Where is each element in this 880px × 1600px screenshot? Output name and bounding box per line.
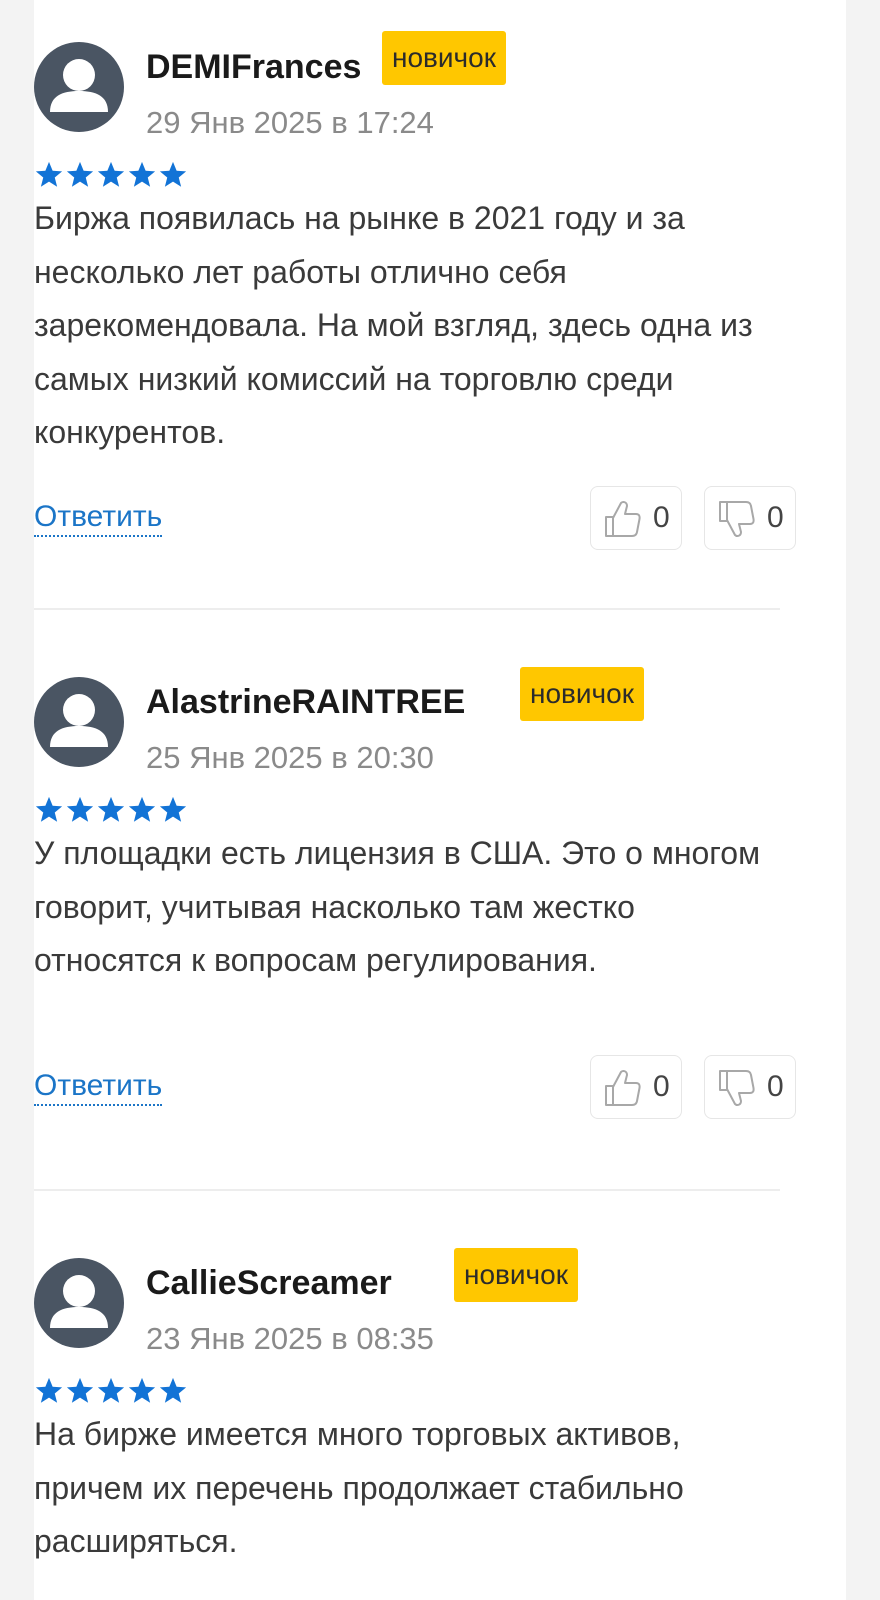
star-rating bbox=[34, 1376, 188, 1406]
star-icon bbox=[128, 1377, 156, 1403]
star-icon bbox=[35, 796, 63, 822]
like-button[interactable]: 0 bbox=[590, 1055, 682, 1119]
review-text: Биржа появилась на рынке в 2021 году и з… bbox=[34, 200, 753, 450]
star-icon bbox=[97, 1377, 125, 1403]
star-icon bbox=[159, 161, 187, 187]
review-item: DEMIFrances новичок 29 Янв 2025 в 17:24 … bbox=[34, 31, 796, 562]
thumbs-down-icon bbox=[719, 1070, 755, 1106]
review-author[interactable]: CallieScreamer bbox=[146, 1258, 392, 1308]
star-icon bbox=[35, 161, 63, 187]
user-avatar-icon bbox=[34, 42, 124, 132]
review-author[interactable]: AlastrineRAINTREE bbox=[146, 677, 465, 727]
review-text: У площадки есть лицензия в США. Это о мн… bbox=[34, 835, 761, 978]
user-rank-badge: новичок bbox=[520, 667, 644, 721]
star-icon bbox=[66, 796, 94, 822]
thumbs-down-icon bbox=[719, 501, 755, 537]
star-rating bbox=[34, 795, 188, 825]
user-rank-badge: новичок bbox=[454, 1248, 578, 1302]
thumbs-up-icon bbox=[605, 501, 641, 537]
star-icon bbox=[159, 796, 187, 822]
reply-link[interactable]: Ответить bbox=[34, 1068, 163, 1106]
star-icon bbox=[97, 161, 125, 187]
dislike-count: 0 bbox=[767, 1070, 784, 1103]
star-icon bbox=[97, 796, 125, 822]
reply-link[interactable]: Ответить bbox=[34, 499, 163, 537]
star-icon bbox=[128, 161, 156, 187]
star-icon bbox=[66, 161, 94, 187]
like-count: 0 bbox=[653, 1070, 670, 1103]
review-date: 29 Янв 2025 в 17:24 bbox=[146, 105, 434, 140]
review-date: 23 Янв 2025 в 08:35 bbox=[146, 1321, 434, 1356]
star-icon bbox=[128, 796, 156, 822]
user-rank-badge: новичок bbox=[382, 31, 506, 85]
thumbs-up-icon bbox=[605, 1070, 641, 1106]
star-rating bbox=[34, 160, 188, 190]
dislike-count: 0 bbox=[767, 501, 784, 534]
review-date: 25 Янв 2025 в 20:30 bbox=[146, 740, 434, 775]
dislike-button[interactable]: 0 bbox=[704, 1055, 796, 1119]
like-count: 0 bbox=[653, 501, 670, 534]
star-icon bbox=[159, 1377, 187, 1403]
user-avatar-icon bbox=[34, 1258, 124, 1348]
dislike-button[interactable]: 0 bbox=[704, 486, 796, 550]
review-divider bbox=[34, 1189, 780, 1191]
user-avatar-icon bbox=[34, 677, 124, 767]
star-icon bbox=[66, 1377, 94, 1403]
like-button[interactable]: 0 bbox=[590, 486, 682, 550]
review-item: CallieScreamer новичок 23 Янв 2025 в 08:… bbox=[34, 1248, 780, 1588]
review-divider bbox=[34, 608, 780, 610]
star-icon bbox=[35, 1377, 63, 1403]
review-author[interactable]: DEMIFrances bbox=[146, 42, 361, 92]
review-text: На бирже имеется много торговых активов,… bbox=[34, 1416, 684, 1559]
review-item: AlastrineRAINTREE новичок 25 Янв 2025 в … bbox=[34, 667, 796, 1147]
